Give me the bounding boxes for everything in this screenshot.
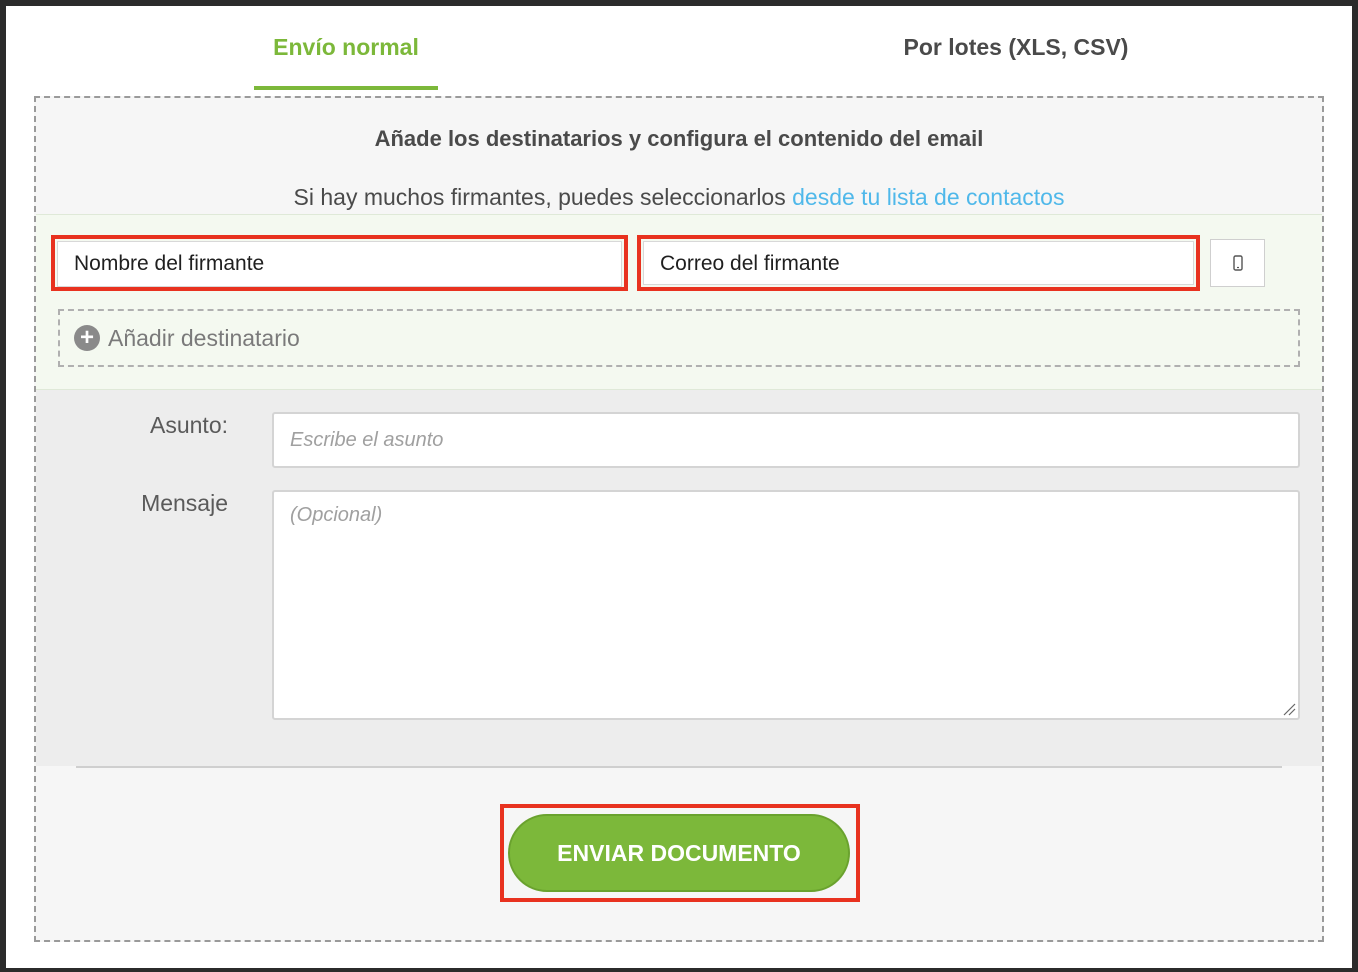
plus-circle-icon: + [74,325,100,351]
message-textarea[interactable]: (Opcional) [272,490,1300,720]
add-recipient-button[interactable]: + Añadir destinatario [58,309,1300,367]
tab-envio-normal[interactable]: Envío normal [254,28,438,90]
section-divider [76,766,1282,768]
contacts-list-link[interactable]: desde tu lista de contactos [792,184,1064,210]
tab-por-lotes[interactable]: Por lotes (XLS, CSV) [856,28,1176,86]
recipients-section: Nombre del firmante Correo del firmante … [36,214,1322,390]
contacts-intro-text: Si hay muchos firmantes, puedes seleccio… [293,184,793,210]
subject-input[interactable]: Escribe el asunto [272,412,1300,468]
resize-handle-icon[interactable] [1282,702,1296,716]
send-form-container: Añade los destinatarios y configura el c… [34,96,1324,942]
phone-button[interactable] [1210,239,1265,287]
mobile-phone-icon [1232,255,1243,271]
email-config-section: Asunto: Escribe el asunto Mensaje (Opcio… [36,390,1322,766]
form-heading: Añade los destinatarios y configura el c… [374,126,984,151]
message-placeholder: (Opcional) [290,504,383,526]
signer-email-input[interactable]: Correo del firmante [643,241,1194,285]
add-recipient-label: Añadir destinatario [108,324,300,351]
message-label: Mensaje [141,490,228,516]
subject-label: Asunto: [150,412,228,438]
contacts-intro: Si hay muchos firmantes, puedes seleccio… [36,184,1322,211]
signer-name-input[interactable]: Nombre del firmante [57,241,622,287]
send-document-button[interactable]: ENVIAR DOCUMENTO [508,814,850,892]
page: Envío normal Por lotes (XLS, CSV) Añade … [6,6,1352,968]
